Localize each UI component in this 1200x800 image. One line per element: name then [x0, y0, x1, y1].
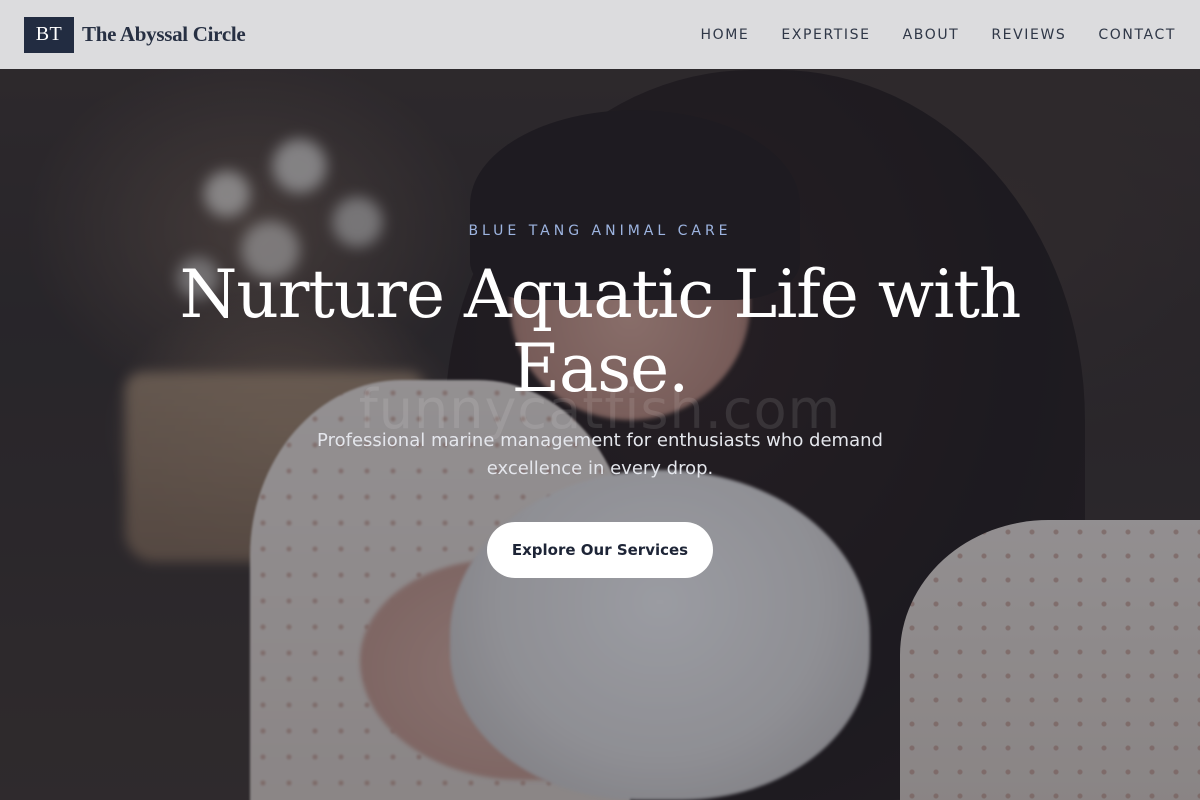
explore-services-button[interactable]: Explore Our Services	[487, 522, 713, 578]
hero-content: BLUE TANG ANIMAL CARE Nurture Aquatic Li…	[0, 0, 1200, 800]
hero-subtitle: Professional marine management for enthu…	[317, 430, 883, 479]
hero-eyebrow: BLUE TANG ANIMAL CARE	[468, 223, 732, 239]
